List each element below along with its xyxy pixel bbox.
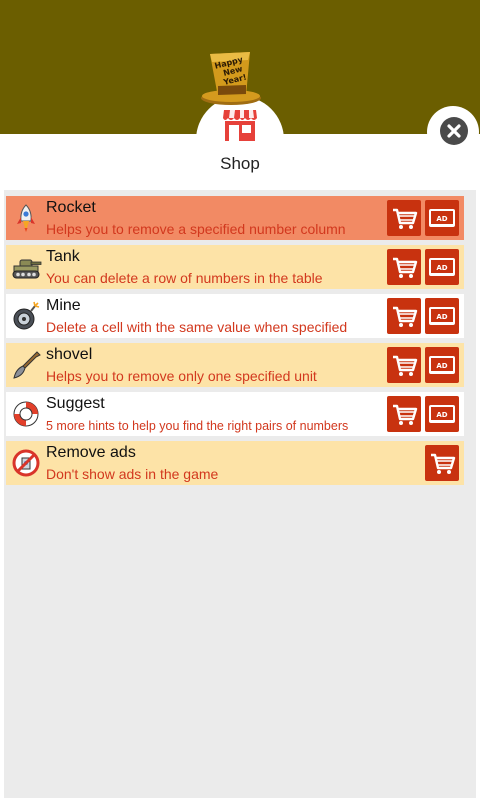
cart-icon <box>393 208 418 229</box>
buy-button[interactable] <box>425 445 459 481</box>
item-name: Mine <box>46 297 81 314</box>
watch-ad-button[interactable]: AD <box>425 249 459 285</box>
watch-ad-button[interactable]: AD <box>425 396 459 432</box>
cart-icon <box>393 306 418 327</box>
item-name: Suggest <box>46 395 105 412</box>
cart-icon <box>393 257 418 278</box>
buy-button[interactable] <box>387 249 421 285</box>
ad-label: AD <box>436 313 447 321</box>
ad-label: AD <box>436 215 447 223</box>
no-ads-icon <box>12 449 40 477</box>
ad-label: AD <box>436 264 447 272</box>
item-desc: Helps you to remove a specified number c… <box>46 221 346 237</box>
ad-video-icon: AD <box>429 258 455 276</box>
cart-icon <box>431 453 456 474</box>
cart-icon <box>393 404 418 425</box>
watch-ad-button[interactable]: AD <box>425 347 459 383</box>
page-title: Shop <box>220 154 260 173</box>
mine-icon <box>13 301 40 330</box>
watch-ad-button[interactable]: AD <box>425 200 459 236</box>
item-name: Rocket <box>46 199 96 216</box>
item-name: shovel <box>46 346 93 363</box>
buy-button[interactable] <box>387 200 421 236</box>
watch-ad-button[interactable]: AD <box>425 298 459 334</box>
rocket-icon <box>17 204 35 232</box>
buy-button[interactable] <box>387 298 421 334</box>
ad-label: AD <box>436 362 447 370</box>
tank-icon <box>12 259 42 279</box>
new-year-hat-icon: Happy New Year! <box>201 52 261 105</box>
ad-video-icon: AD <box>429 209 455 227</box>
item-desc: Don't show ads in the game <box>46 466 219 482</box>
cart-icon <box>393 355 418 376</box>
item-desc: Helps you to remove only one specified u… <box>46 368 317 384</box>
close-button[interactable] <box>440 117 468 145</box>
item-desc: You can delete a row of numbers in the t… <box>46 270 323 286</box>
list-item-shovel[interactable]: shovel Helps you to remove only one spec… <box>6 343 464 387</box>
ad-video-icon: AD <box>429 356 455 374</box>
item-desc: Delete a cell with the same value when s… <box>46 319 348 335</box>
list-item-mine[interactable]: Mine Delete a cell with the same value w… <box>6 294 464 338</box>
buy-button[interactable] <box>387 347 421 383</box>
close-icon <box>447 124 461 138</box>
ad-video-icon: AD <box>429 307 455 325</box>
lifebuoy-icon <box>13 401 39 427</box>
shop-icon <box>223 110 257 141</box>
list-item-suggest[interactable]: Suggest 5 more hints to help you find th… <box>6 392 464 436</box>
list-item-remove-ads[interactable]: Remove ads Don't show ads in the game <box>6 441 464 485</box>
shovel-icon <box>13 351 41 379</box>
ad-video-icon: AD <box>429 405 455 423</box>
item-name: Tank <box>46 248 80 265</box>
ad-label: AD <box>436 411 447 419</box>
item-desc: 5 more hints to help you find the right … <box>46 419 349 433</box>
buy-button[interactable] <box>387 396 421 432</box>
item-name: Remove ads <box>46 444 136 461</box>
list-item-rocket[interactable]: Rocket Helps you to remove a specified n… <box>6 196 464 240</box>
list-item-tank[interactable]: Tank You can delete a row of numbers in … <box>6 245 464 289</box>
